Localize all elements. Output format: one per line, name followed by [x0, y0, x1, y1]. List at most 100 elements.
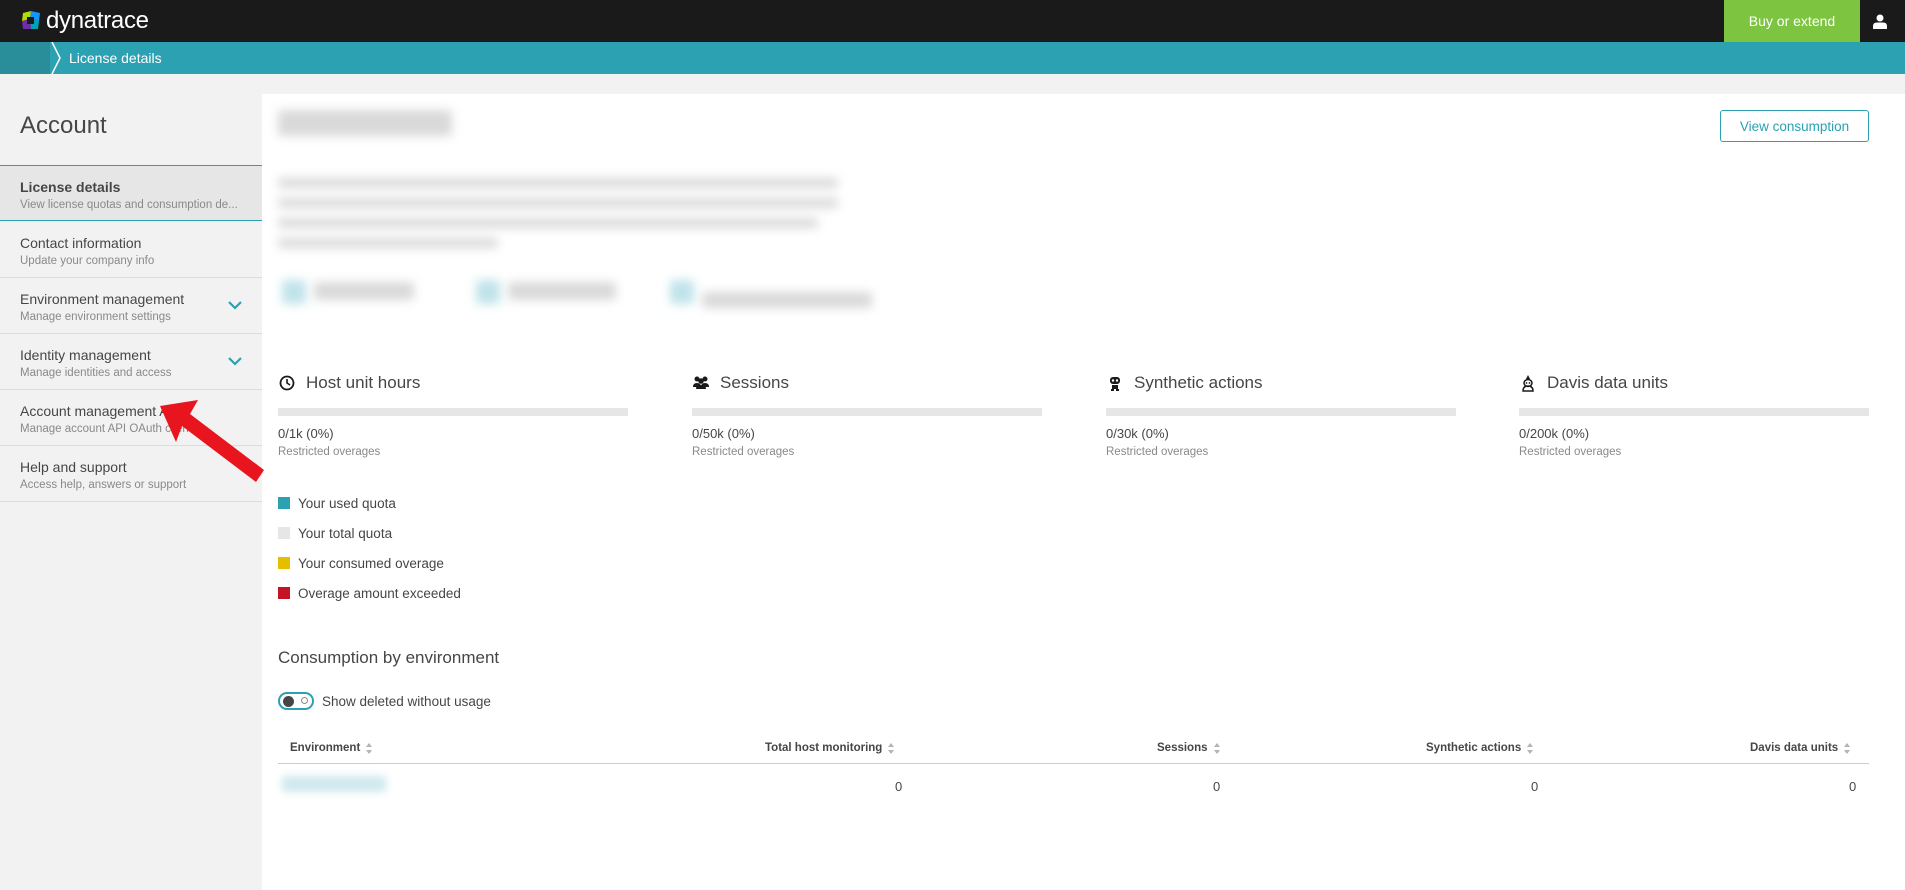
- user-icon: [1873, 14, 1887, 29]
- show-deleted-toggle[interactable]: [278, 692, 314, 710]
- metric-title: Sessions: [720, 373, 789, 392]
- sidebar-item-description: Update your company info: [20, 255, 155, 267]
- chevron-down-icon[interactable]: [226, 296, 244, 314]
- column-header-total-host-monitoring[interactable]: Total host monitoring: [765, 742, 895, 754]
- quota-note: Restricted overages: [278, 446, 381, 458]
- sort-icon: [366, 742, 373, 754]
- sidebar-item-license-details[interactable]: License details View license quotas and …: [0, 165, 262, 221]
- legend-label: Your total quota: [298, 525, 393, 541]
- dynatrace-logo[interactable]: dynatrace: [20, 7, 149, 34]
- quota-bar: [692, 408, 1042, 416]
- toggle-knob: [283, 696, 294, 707]
- toggle-off-indicator: [301, 697, 308, 704]
- column-header-davis-data-units[interactable]: Davis data units: [1750, 742, 1851, 754]
- sidebar-item-description: Manage environment settings: [20, 311, 171, 323]
- redacted-page-title: [278, 110, 452, 136]
- quota-value: 0/50k (0%): [692, 426, 755, 441]
- quota-value: 0/30k (0%): [1106, 426, 1169, 441]
- column-header-label: Davis data units: [1750, 742, 1839, 754]
- redacted-info-icon: [670, 280, 694, 304]
- column-header-label: Synthetic actions: [1426, 742, 1522, 754]
- redacted-info-text: [508, 282, 616, 300]
- sidebar-item-label: Contact information: [20, 235, 142, 251]
- legend-item: Your consumed overage: [278, 548, 461, 578]
- legend-swatch-consumed-overage: [278, 557, 290, 569]
- sort-icon: [1527, 742, 1534, 754]
- redacted-description-line: [278, 198, 838, 208]
- sidebar-item-identity-management[interactable]: Identity management Manage identities an…: [0, 334, 262, 390]
- redacted-info-icon: [476, 280, 500, 304]
- sort-icon: [1213, 742, 1220, 754]
- quota-legend: Your used quota Your total quota Your co…: [278, 488, 461, 608]
- metric-title: Host unit hours: [306, 373, 421, 392]
- legend-item: Your total quota: [278, 518, 461, 548]
- legend-swatch-total: [278, 527, 290, 539]
- robot-icon: [1106, 374, 1124, 392]
- clock-icon: [278, 374, 296, 392]
- metric-synthetic-actions: Synthetic actions 0/30k (0%) Restricted …: [1106, 372, 1456, 458]
- sidebar-item-label: License details: [20, 179, 121, 195]
- column-header-label: Environment: [290, 742, 361, 754]
- sidebar-item-label: Identity management: [20, 347, 151, 363]
- breadcrumb-separator-icon: [51, 42, 61, 74]
- toggle-label: Show deleted without usage: [322, 693, 491, 709]
- quota-note: Restricted overages: [1106, 446, 1209, 458]
- legend-item: Your used quota: [278, 488, 461, 518]
- breadcrumb-home[interactable]: [0, 42, 50, 74]
- quota-bar: [1106, 408, 1456, 416]
- buy-or-extend-button[interactable]: Buy or extend: [1724, 0, 1860, 42]
- breadcrumb: License details: [0, 42, 1905, 74]
- sidebar-item-description: Manage identities and access: [20, 367, 172, 379]
- environment-link[interactable]: [282, 776, 386, 792]
- metric-host-unit-hours: Host unit hours 0/1k (0%) Restricted ove…: [278, 372, 628, 458]
- sort-icon: [888, 742, 895, 754]
- sort-icon: [1844, 742, 1851, 754]
- annotation-arrow-icon: [160, 400, 264, 482]
- quota-note: Restricted overages: [692, 446, 795, 458]
- show-deleted-toggle-row: Show deleted without usage: [278, 692, 491, 710]
- redacted-description-line: [278, 238, 498, 248]
- top-navigation-bar: dynatrace Buy or extend: [0, 0, 1905, 42]
- column-header-environment[interactable]: Environment: [290, 742, 373, 754]
- column-header-sessions[interactable]: Sessions: [1157, 742, 1220, 754]
- consumption-table: Environment Total host monitoring Sessio…: [278, 732, 1869, 808]
- cell-total-host-monitoring: 0: [895, 779, 903, 794]
- view-consumption-button[interactable]: View consumption: [1720, 110, 1869, 142]
- legend-label: Your used quota: [298, 495, 396, 511]
- legend-swatch-overage-exceeded: [278, 587, 290, 599]
- redacted-info-icon: [282, 280, 306, 304]
- table-header: Environment Total host monitoring Sessio…: [278, 732, 1869, 764]
- metric-davis-data-units: Davis data units 0/200k (0%) Restricted …: [1519, 372, 1869, 458]
- davis-icon: [1519, 374, 1537, 392]
- legend-label: Your consumed overage: [298, 555, 444, 571]
- column-header-synthetic-actions[interactable]: Synthetic actions: [1426, 742, 1534, 754]
- metric-title: Synthetic actions: [1134, 373, 1263, 392]
- metric-sessions: Sessions 0/50k (0%) Restricted overages: [692, 372, 1042, 458]
- users-icon: [692, 374, 710, 392]
- quota-bar: [1519, 408, 1869, 416]
- license-details-panel: View consumption Host unit hours 0/1k (0…: [262, 94, 1905, 890]
- legend-item: Overage amount exceeded: [278, 578, 461, 608]
- sidebar-item-contact-information[interactable]: Contact information Update your company …: [0, 222, 262, 278]
- redacted-info-text: [702, 292, 872, 308]
- sidebar-item-description: View license quotas and consumption de..…: [20, 199, 238, 211]
- cell-sessions: 0: [1213, 779, 1221, 794]
- sidebar-title: Account: [20, 112, 107, 139]
- cell-synthetic-actions: 0: [1531, 779, 1539, 794]
- metric-title: Davis data units: [1547, 373, 1668, 392]
- chevron-down-icon[interactable]: [226, 352, 244, 370]
- column-header-label: Total host monitoring: [765, 742, 883, 754]
- sidebar-item-label: Environment management: [20, 291, 185, 307]
- redacted-description-line: [278, 178, 838, 188]
- quota-bar: [278, 408, 628, 416]
- column-header-label: Sessions: [1157, 742, 1208, 754]
- legend-label: Overage amount exceeded: [298, 585, 461, 601]
- sidebar-item-environment-management[interactable]: Environment management Manage environmen…: [0, 278, 262, 334]
- redacted-description-line: [278, 218, 818, 228]
- cell-davis-data-units: 0: [1849, 779, 1857, 794]
- breadcrumb-current: License details: [69, 50, 162, 66]
- quota-value: 0/200k (0%): [1519, 426, 1590, 441]
- table-row: 0 0 0 0: [278, 764, 1869, 808]
- user-menu-button[interactable]: [1868, 9, 1892, 33]
- quota-value: 0/1k (0%): [278, 426, 334, 441]
